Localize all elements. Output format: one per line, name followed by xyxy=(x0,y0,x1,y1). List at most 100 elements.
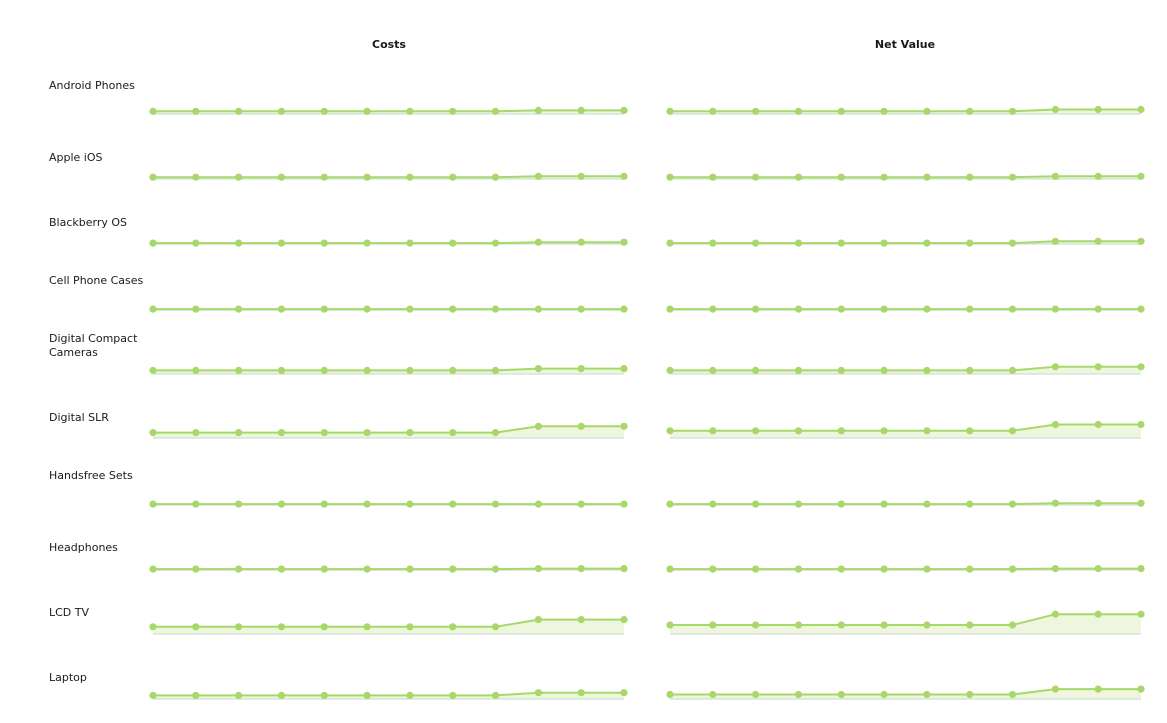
sparkline-point-row1-net-value-6 xyxy=(923,173,931,181)
sparkline-point-row5-net-value-4 xyxy=(837,427,845,435)
sparkline-point-row7-net-value-3 xyxy=(794,565,803,573)
sparkline-point-row3-costs-4 xyxy=(320,305,328,313)
sparkline-point-row1-net-value-7 xyxy=(966,173,974,181)
sparkline-point-row1-net-value-4 xyxy=(837,173,845,181)
sparkline-point-row5-net-value-8 xyxy=(1008,427,1017,435)
sparkline-point-row3-net-value-1 xyxy=(709,305,717,313)
sparkline-point-row5-net-value-9 xyxy=(1051,420,1059,429)
sparkline-point-row8-costs-10 xyxy=(577,616,585,624)
sparkline-point-row0-net-value-1 xyxy=(709,107,717,115)
sparkline-point-row3-net-value-8 xyxy=(1008,305,1017,313)
sparkline-point-row9-costs-7 xyxy=(449,691,457,700)
sparkline-point-row4-costs-6 xyxy=(406,366,414,374)
sparkline-point-row9-net-value-11 xyxy=(1137,685,1145,693)
sparkline-point-row6-net-value-3 xyxy=(794,500,803,508)
sparkline-line-row7-costs xyxy=(153,567,624,571)
sparkline-point-row4-net-value-2 xyxy=(752,366,760,374)
sparkline-point-row6-net-value-10 xyxy=(1094,499,1102,507)
sparkline-point-row3-costs-2 xyxy=(235,305,243,313)
sparkline-point-row9-costs-9 xyxy=(534,689,543,697)
sparkline-point-row1-net-value-10 xyxy=(1094,172,1102,180)
sparkline-point-row8-costs-1 xyxy=(192,623,200,631)
sparkline-point-row3-net-value-7 xyxy=(966,305,974,313)
sparkline-point-row6-costs-1 xyxy=(192,500,200,508)
sparkline-point-row8-costs-5 xyxy=(363,623,371,631)
sparkline-point-row6-net-value-7 xyxy=(966,500,974,508)
sparkline-point-row1-net-value-11 xyxy=(1137,172,1145,180)
sparkline-point-row5-net-value-0 xyxy=(666,427,674,435)
sparkline-point-row9-net-value-8 xyxy=(1008,690,1017,699)
sparkline-point-row7-costs-5 xyxy=(363,565,371,573)
sparkline-point-row3-costs-8 xyxy=(491,305,500,313)
sparkline-point-row8-costs-9 xyxy=(534,616,543,624)
sparkline-point-row4-costs-11 xyxy=(620,365,628,373)
sparkline-point-row0-costs-0 xyxy=(149,107,157,115)
sparkline-point-row7-net-value-4 xyxy=(837,565,845,573)
sparkline-point-row8-costs-6 xyxy=(406,623,414,631)
sparkline-point-row7-costs-1 xyxy=(192,565,200,573)
sparkline-point-row2-net-value-1 xyxy=(709,239,717,247)
sparkline-point-row0-net-value-3 xyxy=(794,107,803,115)
sparkline-point-row3-net-value-11 xyxy=(1137,305,1145,313)
sparkline-point-row9-net-value-9 xyxy=(1051,685,1059,693)
sparkline-point-row6-costs-7 xyxy=(449,500,457,508)
sparkline-point-row7-net-value-8 xyxy=(1008,565,1017,573)
sparkline-point-row6-costs-6 xyxy=(406,500,414,508)
sparkline-point-row1-net-value-1 xyxy=(709,173,717,181)
sparkline-point-row8-net-value-3 xyxy=(794,621,803,629)
sparkline-point-row9-net-value-0 xyxy=(666,690,674,699)
sparkline-point-row7-costs-7 xyxy=(449,565,457,573)
sparkline-point-row9-net-value-2 xyxy=(752,690,760,699)
sparkline-point-row0-net-value-6 xyxy=(923,107,931,115)
sparkline-point-row0-net-value-9 xyxy=(1051,105,1059,114)
sparkline-point-row3-net-value-10 xyxy=(1094,305,1102,313)
sparkline-point-row3-net-value-4 xyxy=(837,305,845,313)
sparkline-line-row0-costs xyxy=(153,109,624,113)
sparkline-point-row4-costs-2 xyxy=(235,366,243,374)
sparkline-point-row5-costs-5 xyxy=(363,429,371,437)
sparkline-point-row8-net-value-7 xyxy=(966,621,974,629)
sparkline-point-row7-net-value-5 xyxy=(880,565,888,573)
sparkline-point-row6-net-value-8 xyxy=(1008,500,1017,508)
sparkline-point-row2-net-value-10 xyxy=(1094,237,1102,245)
sparkline-point-row2-net-value-5 xyxy=(880,239,888,247)
sparkline-point-row7-costs-4 xyxy=(320,565,328,573)
sparkline-point-row9-net-value-1 xyxy=(709,690,717,699)
sparkline-point-row7-net-value-10 xyxy=(1094,565,1102,573)
sparkline-point-row6-net-value-0 xyxy=(666,500,674,508)
sparkline-point-row7-costs-11 xyxy=(620,565,628,573)
sparkline-point-row0-costs-5 xyxy=(363,107,371,115)
sparkline-point-row8-net-value-5 xyxy=(880,621,888,629)
sparkline-point-row6-net-value-9 xyxy=(1051,499,1059,507)
sparkline-point-row9-net-value-6 xyxy=(923,690,931,699)
sparkline-point-row0-net-value-11 xyxy=(1137,105,1145,114)
sparkline-point-row2-net-value-11 xyxy=(1137,237,1145,245)
sparkline-point-row6-net-value-6 xyxy=(923,500,931,508)
sparkline-point-row6-costs-2 xyxy=(235,500,243,508)
sparkline-point-row2-costs-11 xyxy=(620,238,628,246)
sparkline-point-row8-net-value-8 xyxy=(1008,621,1017,629)
sparkline-point-row4-costs-0 xyxy=(149,366,157,374)
sparkline-point-row9-net-value-10 xyxy=(1094,685,1102,693)
sparkline-point-row9-net-value-5 xyxy=(880,690,888,699)
sparkline-point-row5-net-value-10 xyxy=(1094,420,1102,429)
sparkline-point-row8-costs-0 xyxy=(149,623,157,631)
sparkline-point-row5-costs-3 xyxy=(277,429,286,437)
sparkline-point-row5-costs-6 xyxy=(406,429,414,437)
sparkline-point-row8-costs-8 xyxy=(491,623,500,631)
sparkline-point-row2-net-value-8 xyxy=(1008,239,1017,247)
sparkline-point-row7-costs-2 xyxy=(235,565,243,573)
sparkline-point-row4-costs-7 xyxy=(449,366,457,374)
sparkline-point-row3-costs-5 xyxy=(363,305,371,313)
sparkline-point-row4-net-value-10 xyxy=(1094,363,1102,371)
sparkline-point-row0-net-value-7 xyxy=(966,107,974,115)
sparkline-point-row9-net-value-3 xyxy=(794,690,803,699)
sparkline-point-row3-costs-1 xyxy=(192,305,200,313)
sparkline-point-row4-net-value-9 xyxy=(1051,363,1059,371)
sparkline-point-row7-net-value-7 xyxy=(966,565,974,573)
sparkline-point-row9-costs-10 xyxy=(577,689,585,697)
sparkline-point-row1-costs-11 xyxy=(620,172,628,180)
sparkline-point-row0-net-value-10 xyxy=(1094,105,1102,114)
sparkline-point-row0-costs-11 xyxy=(620,106,628,114)
sparkline-grid xyxy=(149,105,1145,700)
